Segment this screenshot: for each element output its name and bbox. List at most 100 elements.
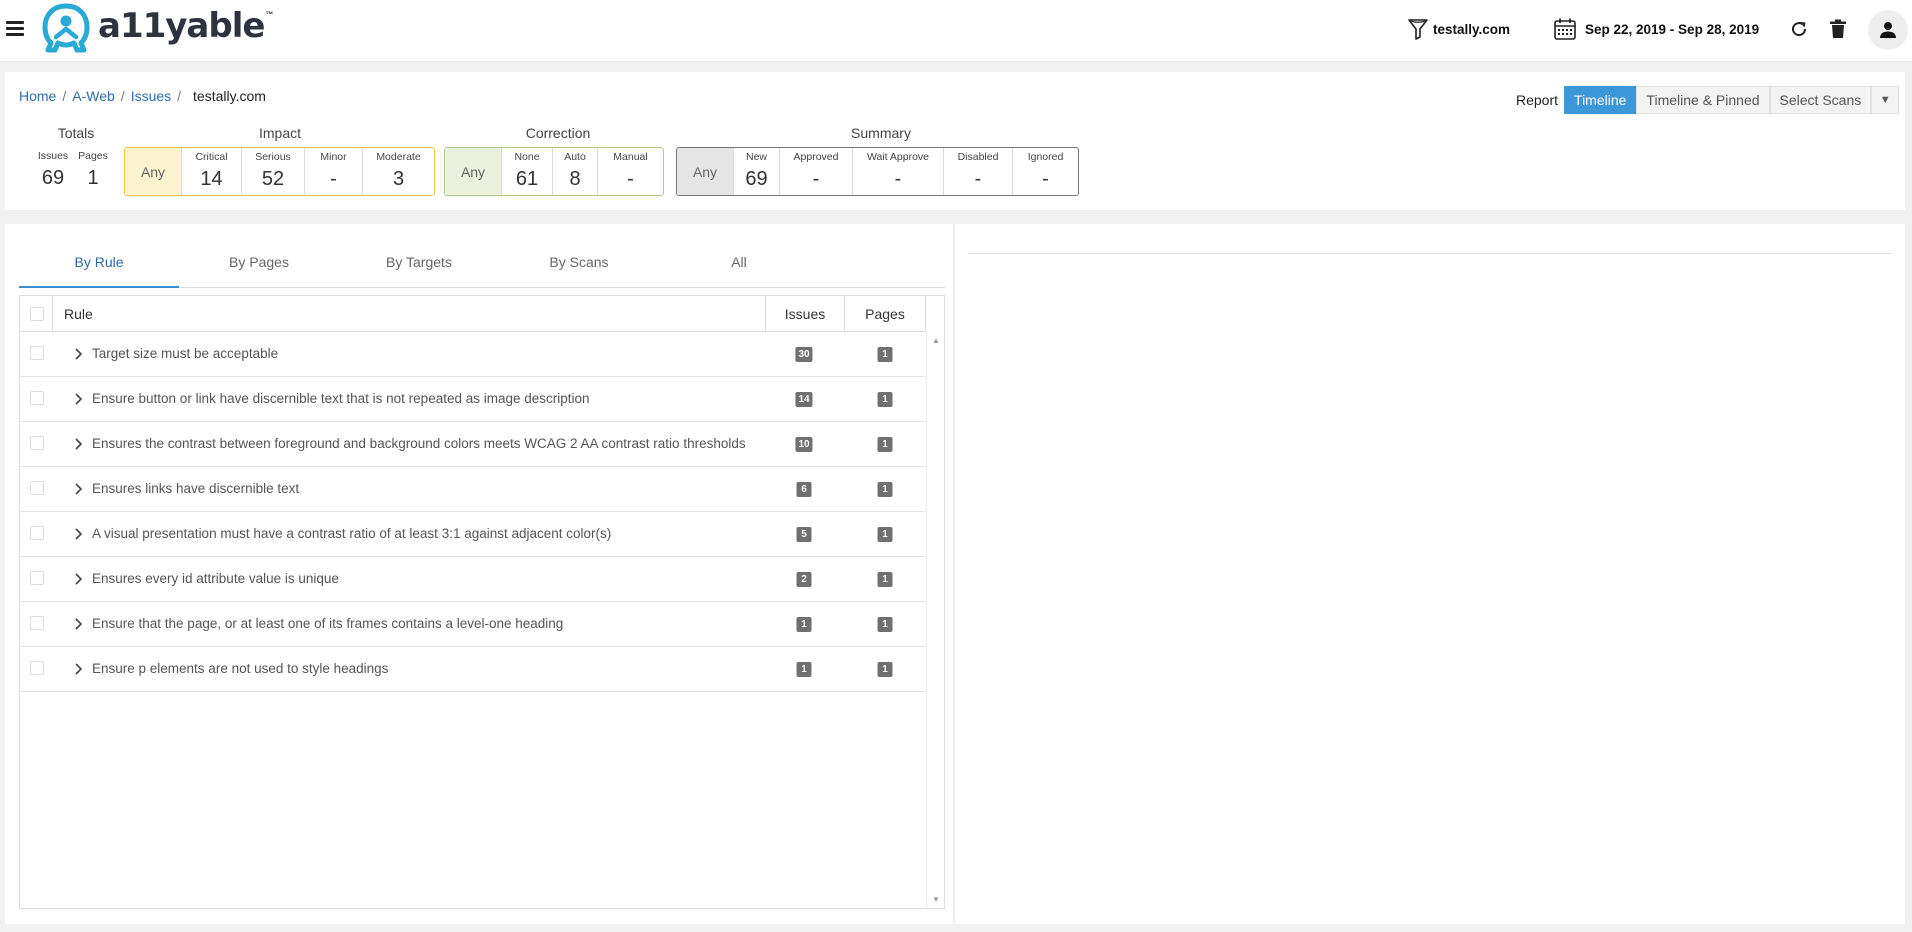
summary-new-label: New bbox=[745, 151, 767, 163]
breadcrumb-aweb[interactable]: A-Web bbox=[72, 88, 115, 104]
delete-button[interactable] bbox=[1823, 14, 1853, 44]
impact-any-button[interactable]: Any bbox=[125, 148, 181, 195]
table-row[interactable]: Ensures every id attribute value is uniq… bbox=[20, 557, 926, 602]
summary-approved[interactable]: Approved - bbox=[779, 148, 852, 195]
correction-none[interactable]: None 61 bbox=[501, 148, 552, 195]
row-rule-text: A visual presentation must have a contra… bbox=[92, 526, 612, 541]
summary-ignored[interactable]: Ignored - bbox=[1012, 148, 1078, 195]
correction-title: Correction bbox=[525, 125, 591, 141]
issues-count-badge: 30 bbox=[795, 347, 813, 362]
logo[interactable]: a11yable ™ bbox=[38, 2, 273, 54]
summary-panel: Home / A-Web / Issues / testally.com Tot… bbox=[5, 72, 1905, 210]
table-row[interactable]: Ensures links have discernible text 6 1 bbox=[20, 467, 926, 512]
tab-all[interactable]: All bbox=[659, 254, 819, 288]
impact-critical[interactable]: Critical 14 bbox=[181, 148, 241, 195]
view-tabs: By Rule By Pages By Targets By Scans All bbox=[19, 224, 945, 288]
summary-disabled-label: Disabled bbox=[957, 151, 999, 163]
pages-count-badge: 1 bbox=[877, 437, 893, 452]
trash-icon bbox=[1830, 19, 1846, 38]
table-header: Rule Issues Pages bbox=[20, 296, 926, 332]
correction-manual[interactable]: Manual - bbox=[597, 148, 663, 195]
totals-pages-label: Pages bbox=[78, 150, 108, 162]
summary-approved-value: - bbox=[812, 168, 820, 190]
tab-by-scans[interactable]: By Scans bbox=[499, 254, 659, 288]
pages-count-badge: 1 bbox=[877, 572, 893, 587]
calendar-icon bbox=[1554, 18, 1576, 40]
domain-filter[interactable]: testally.com bbox=[1407, 14, 1510, 44]
issues-count-badge: 10 bbox=[795, 437, 813, 452]
timeline-button[interactable]: Timeline bbox=[1564, 86, 1637, 114]
scroll-down-icon[interactable]: ▼ bbox=[932, 895, 940, 904]
row-checkbox[interactable] bbox=[30, 391, 44, 405]
row-checkbox[interactable] bbox=[30, 526, 44, 540]
chevron-right-icon[interactable] bbox=[71, 437, 85, 451]
summary-any-button[interactable]: Any bbox=[677, 148, 733, 195]
summary-disabled[interactable]: Disabled - bbox=[943, 148, 1012, 195]
chevron-right-icon[interactable] bbox=[71, 572, 85, 586]
summary-new[interactable]: New 69 bbox=[733, 148, 779, 195]
header-pages[interactable]: Pages bbox=[845, 296, 926, 332]
impact-filter-group: Any Critical 14 Serious 52 Minor - Moder… bbox=[124, 147, 435, 196]
tab-by-rule[interactable]: By Rule bbox=[19, 254, 179, 288]
date-range-picker[interactable]: Sep 22, 2019 - Sep 28, 2019 bbox=[1553, 14, 1759, 44]
hamburger-menu-icon[interactable] bbox=[6, 18, 26, 36]
row-checkbox[interactable] bbox=[30, 616, 44, 630]
breadcrumb: Home / A-Web / Issues / testally.com bbox=[19, 88, 266, 104]
tab-by-pages[interactable]: By Pages bbox=[179, 254, 339, 288]
row-checkbox[interactable] bbox=[30, 571, 44, 585]
pages-count-badge: 1 bbox=[877, 392, 893, 407]
row-checkbox[interactable] bbox=[30, 346, 44, 360]
correction-manual-label: Manual bbox=[613, 151, 648, 163]
impact-minor[interactable]: Minor - bbox=[304, 148, 362, 195]
header-issues[interactable]: Issues bbox=[765, 296, 845, 332]
domain-label: testally.com bbox=[1433, 21, 1511, 37]
row-checkbox[interactable] bbox=[30, 436, 44, 450]
header-rule[interactable]: Rule bbox=[64, 306, 93, 322]
user-icon bbox=[1880, 22, 1896, 38]
refresh-button[interactable] bbox=[1784, 14, 1814, 44]
summary-wait-approve[interactable]: Wait Approve - bbox=[852, 148, 943, 195]
table-row[interactable]: Target size must be acceptable 30 1 bbox=[20, 332, 926, 377]
summary-wait-approve-value: - bbox=[894, 168, 902, 190]
timeline-pinned-button[interactable]: Timeline & Pinned bbox=[1636, 86, 1770, 114]
select-all-checkbox[interactable] bbox=[30, 307, 44, 321]
issues-count-badge: 1 bbox=[796, 662, 812, 677]
table-row[interactable]: Ensure p elements are not used to style … bbox=[20, 647, 926, 692]
chevron-right-icon[interactable] bbox=[71, 347, 85, 361]
table-row[interactable]: Ensures the contrast between foreground … bbox=[20, 422, 926, 467]
totals-group: Issues 69 Pages 1 bbox=[33, 147, 117, 193]
row-checkbox[interactable] bbox=[30, 481, 44, 495]
breadcrumb-home[interactable]: Home bbox=[19, 88, 56, 104]
totals-issues: Issues 69 bbox=[33, 147, 73, 193]
chevron-right-icon[interactable] bbox=[71, 617, 85, 631]
impact-serious[interactable]: Serious 52 bbox=[241, 148, 304, 195]
row-rule-text: Ensures the contrast between foreground … bbox=[92, 436, 746, 451]
breadcrumb-issues[interactable]: Issues bbox=[131, 88, 171, 104]
filter-icon bbox=[1408, 19, 1428, 40]
breadcrumb-current: testally.com bbox=[193, 88, 266, 104]
chevron-right-icon[interactable] bbox=[71, 527, 85, 541]
summary-disabled-value: - bbox=[974, 168, 982, 190]
table-row[interactable]: Ensure that the page, or at least one of… bbox=[20, 602, 926, 647]
correction-auto[interactable]: Auto 8 bbox=[552, 148, 597, 195]
correction-any-button[interactable]: Any bbox=[445, 148, 501, 195]
table-row[interactable]: Ensure button or link have discernible t… bbox=[20, 377, 926, 422]
logo-mark-icon bbox=[42, 3, 90, 53]
select-scans-dropdown-icon[interactable]: ▼ bbox=[1871, 86, 1900, 114]
impact-moderate[interactable]: Moderate 3 bbox=[362, 148, 434, 195]
tab-by-targets[interactable]: By Targets bbox=[339, 254, 499, 288]
row-rule-text: Ensures links have discernible text bbox=[92, 481, 300, 496]
breadcrumb-separator: / bbox=[120, 88, 125, 104]
summary-new-value: 69 bbox=[745, 168, 768, 190]
report-controls: Report Timeline Timeline & Pinned Select… bbox=[1516, 86, 1900, 114]
table-row[interactable]: A visual presentation must have a contra… bbox=[20, 512, 926, 557]
table-scrollbar[interactable]: ▲ ▼ bbox=[926, 332, 944, 908]
user-menu-button[interactable] bbox=[1868, 10, 1908, 50]
totals-pages-value: 1 bbox=[87, 167, 99, 189]
chevron-right-icon[interactable] bbox=[71, 662, 85, 676]
scroll-up-icon[interactable]: ▲ bbox=[932, 336, 940, 345]
chevron-right-icon[interactable] bbox=[71, 392, 85, 406]
row-checkbox[interactable] bbox=[30, 661, 44, 675]
select-scans-button[interactable]: Select Scans bbox=[1769, 86, 1872, 114]
chevron-right-icon[interactable] bbox=[71, 482, 85, 496]
